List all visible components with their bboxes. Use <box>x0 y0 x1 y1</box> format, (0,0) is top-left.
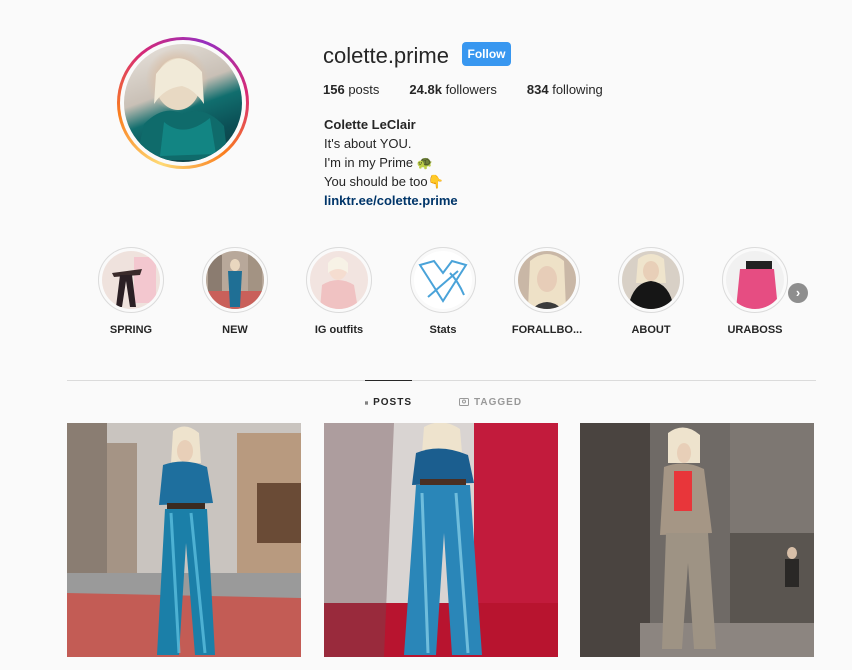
following-count[interactable]: 834 following <box>527 82 603 97</box>
highlight-thumb <box>622 251 680 309</box>
grid-icon <box>365 400 369 405</box>
tag-icon <box>459 398 469 406</box>
full-name: Colette LeClair <box>324 117 416 132</box>
tab-tagged[interactable]: TAGGED <box>459 380 522 424</box>
post-thumbnail[interactable] <box>67 423 301 657</box>
post-thumbnail[interactable] <box>580 423 814 657</box>
highlight-spring[interactable]: SPRING <box>86 247 176 336</box>
profile-stats: 156 posts 24.8k followers 834 following <box>323 82 633 97</box>
followers-count[interactable]: 24.8k followers <box>409 82 496 97</box>
posts-grid <box>67 423 816 657</box>
bio-link[interactable]: linktr.ee/colette.prime <box>324 191 458 210</box>
profile-avatar[interactable] <box>124 44 242 162</box>
highlight-thumb <box>310 251 368 309</box>
post-image <box>580 423 814 657</box>
highlight-thumb <box>518 251 576 309</box>
tab-posts[interactable]: POSTS <box>365 380 412 424</box>
highlight-uraboss[interactable]: URABOSS <box>710 247 800 336</box>
profile-bio: Colette LeClair It's about YOU. I'm in m… <box>324 115 458 210</box>
profile-avatar-ring[interactable] <box>117 37 249 169</box>
posts-count: 156 posts <box>323 82 380 97</box>
bio-line: You should be too👇 <box>324 174 444 189</box>
username: colette.prime <box>323 43 449 68</box>
bio-line: I'm in my Prime 🐢 <box>324 155 433 170</box>
highlight-about[interactable]: ABOUT <box>606 247 696 336</box>
highlight-thumb <box>206 251 264 309</box>
tabs-divider <box>67 380 816 381</box>
bio-line: It's about YOU. <box>324 136 412 151</box>
highlight-new[interactable]: NEW <box>190 247 280 336</box>
post-thumbnail[interactable] <box>324 423 558 657</box>
highlight-thumb <box>726 251 784 309</box>
highlight-thumb <box>414 251 472 309</box>
post-image <box>324 423 558 657</box>
avatar-image <box>136 58 228 160</box>
highlight-forallbo[interactable]: FORALLBO... <box>502 247 592 336</box>
chevron-right-icon[interactable]: › <box>788 283 808 303</box>
story-highlights: SPRING NEW IG outfits Stats FORALLBO... … <box>80 247 820 337</box>
post-image <box>67 423 301 657</box>
follow-button[interactable]: Follow <box>462 42 511 66</box>
highlight-thumb <box>102 251 160 309</box>
avatar-frame <box>120 40 246 166</box>
highlight-stats[interactable]: Stats <box>398 247 488 336</box>
highlight-ig-outfits[interactable]: IG outfits <box>294 247 384 336</box>
